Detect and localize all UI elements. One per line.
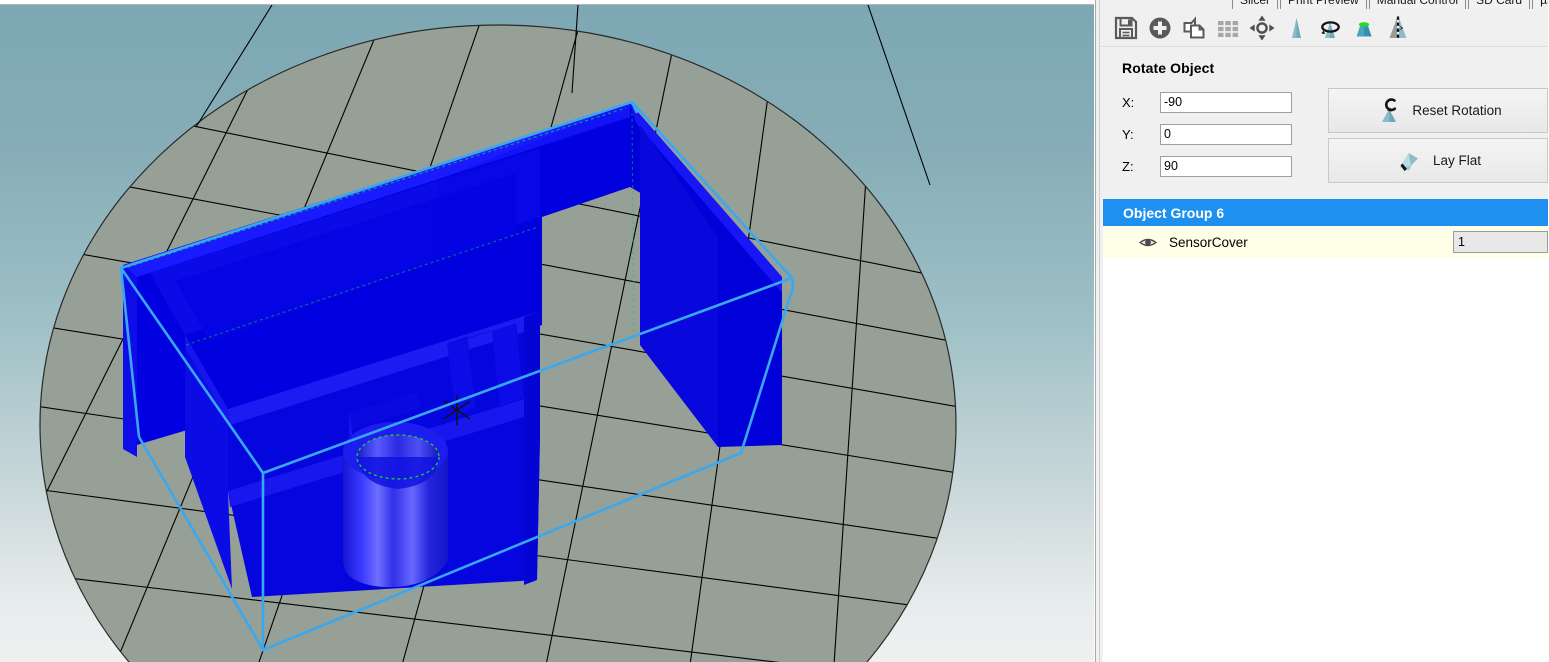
object-count-input[interactable] — [1453, 231, 1548, 253]
center-object-icon — [1249, 15, 1275, 40]
object-group-title: Object Group 6 — [1123, 204, 1225, 221]
3d-scene[interactable] — [0, 5, 1094, 662]
object-list-row[interactable]: SensorCover — [1103, 226, 1548, 258]
tab-slicer[interactable]: Slicer — [1232, 0, 1279, 9]
tab-sd-card[interactable]: SD Card — [1468, 0, 1531, 9]
visibility-toggle[interactable] — [1133, 236, 1163, 249]
rotate-z-input[interactable] — [1160, 155, 1292, 177]
rotate-y-row: Y: — [1122, 123, 1292, 145]
reset-rotation-icon — [1382, 97, 1397, 122]
object-name-label: SensorCover — [1169, 234, 1248, 250]
eye-icon — [1139, 238, 1157, 246]
scale-object-button[interactable] — [1279, 11, 1313, 45]
rotate-y-input[interactable] — [1160, 123, 1292, 145]
copy-object-button[interactable] — [1177, 11, 1211, 45]
tab-manual-control[interactable]: Manual Control — [1368, 0, 1467, 9]
rotate-object-title: Rotate Object — [1122, 60, 1215, 76]
object-toolbar — [1100, 9, 1548, 47]
tab-bar: Slicer Print Preview Manual Control SD C… — [1100, 0, 1548, 9]
rotate-x-row: X: — [1122, 91, 1292, 113]
cut-object-button[interactable] — [1347, 11, 1381, 45]
rotate-x-label: X: — [1122, 94, 1135, 110]
mirror-object-icon — [1389, 16, 1407, 39]
lay-flat-label: Lay Flat — [1432, 153, 1482, 168]
application-window: Slicer Print Preview Manual Control SD C… — [0, 0, 1549, 662]
autoplace-grid-icon — [1218, 20, 1239, 37]
panel-empty-area — [1103, 258, 1548, 662]
object-placement-panel: Slicer Print Preview Manual Control SD C… — [1100, 0, 1548, 662]
reset-rotation-button[interactable]: Reset Rotation — [1328, 88, 1548, 133]
cut-object-icon — [1356, 21, 1372, 36]
center-object-button[interactable] — [1245, 11, 1279, 45]
tab-print-preview[interactable]: Print Preview — [1280, 0, 1367, 9]
add-object-icon — [1149, 17, 1171, 38]
viewport-container — [0, 0, 1100, 662]
3d-viewport[interactable] — [0, 5, 1094, 662]
rotate-x-input[interactable] — [1160, 91, 1292, 113]
save-object-button[interactable] — [1109, 11, 1143, 45]
rotate-object-icon — [1321, 20, 1340, 38]
add-object-button[interactable] — [1143, 11, 1177, 45]
rotate-z-row: Z: — [1122, 155, 1292, 177]
tab-micro-sd[interactable]: µS — [1532, 0, 1548, 9]
copy-object-icon — [1183, 15, 1205, 38]
lay-flat-button[interactable]: Lay Flat — [1328, 138, 1548, 183]
rotate-object-section: Rotate Object X: Y: Z: Res — [1100, 48, 1548, 198]
rotate-object-button[interactable] — [1313, 11, 1347, 45]
rotate-y-label: Y: — [1122, 126, 1134, 142]
save-icon — [1114, 16, 1138, 39]
lay-flat-icon — [1399, 152, 1418, 171]
scale-object-icon — [1292, 17, 1301, 38]
reset-rotation-label: Reset Rotation — [1412, 103, 1502, 118]
object-group-header[interactable]: Object Group 6 — [1103, 199, 1548, 226]
rotate-z-label: Z: — [1122, 158, 1134, 174]
mirror-object-button[interactable] — [1381, 11, 1415, 45]
autoposition-button[interactable] — [1211, 11, 1245, 45]
